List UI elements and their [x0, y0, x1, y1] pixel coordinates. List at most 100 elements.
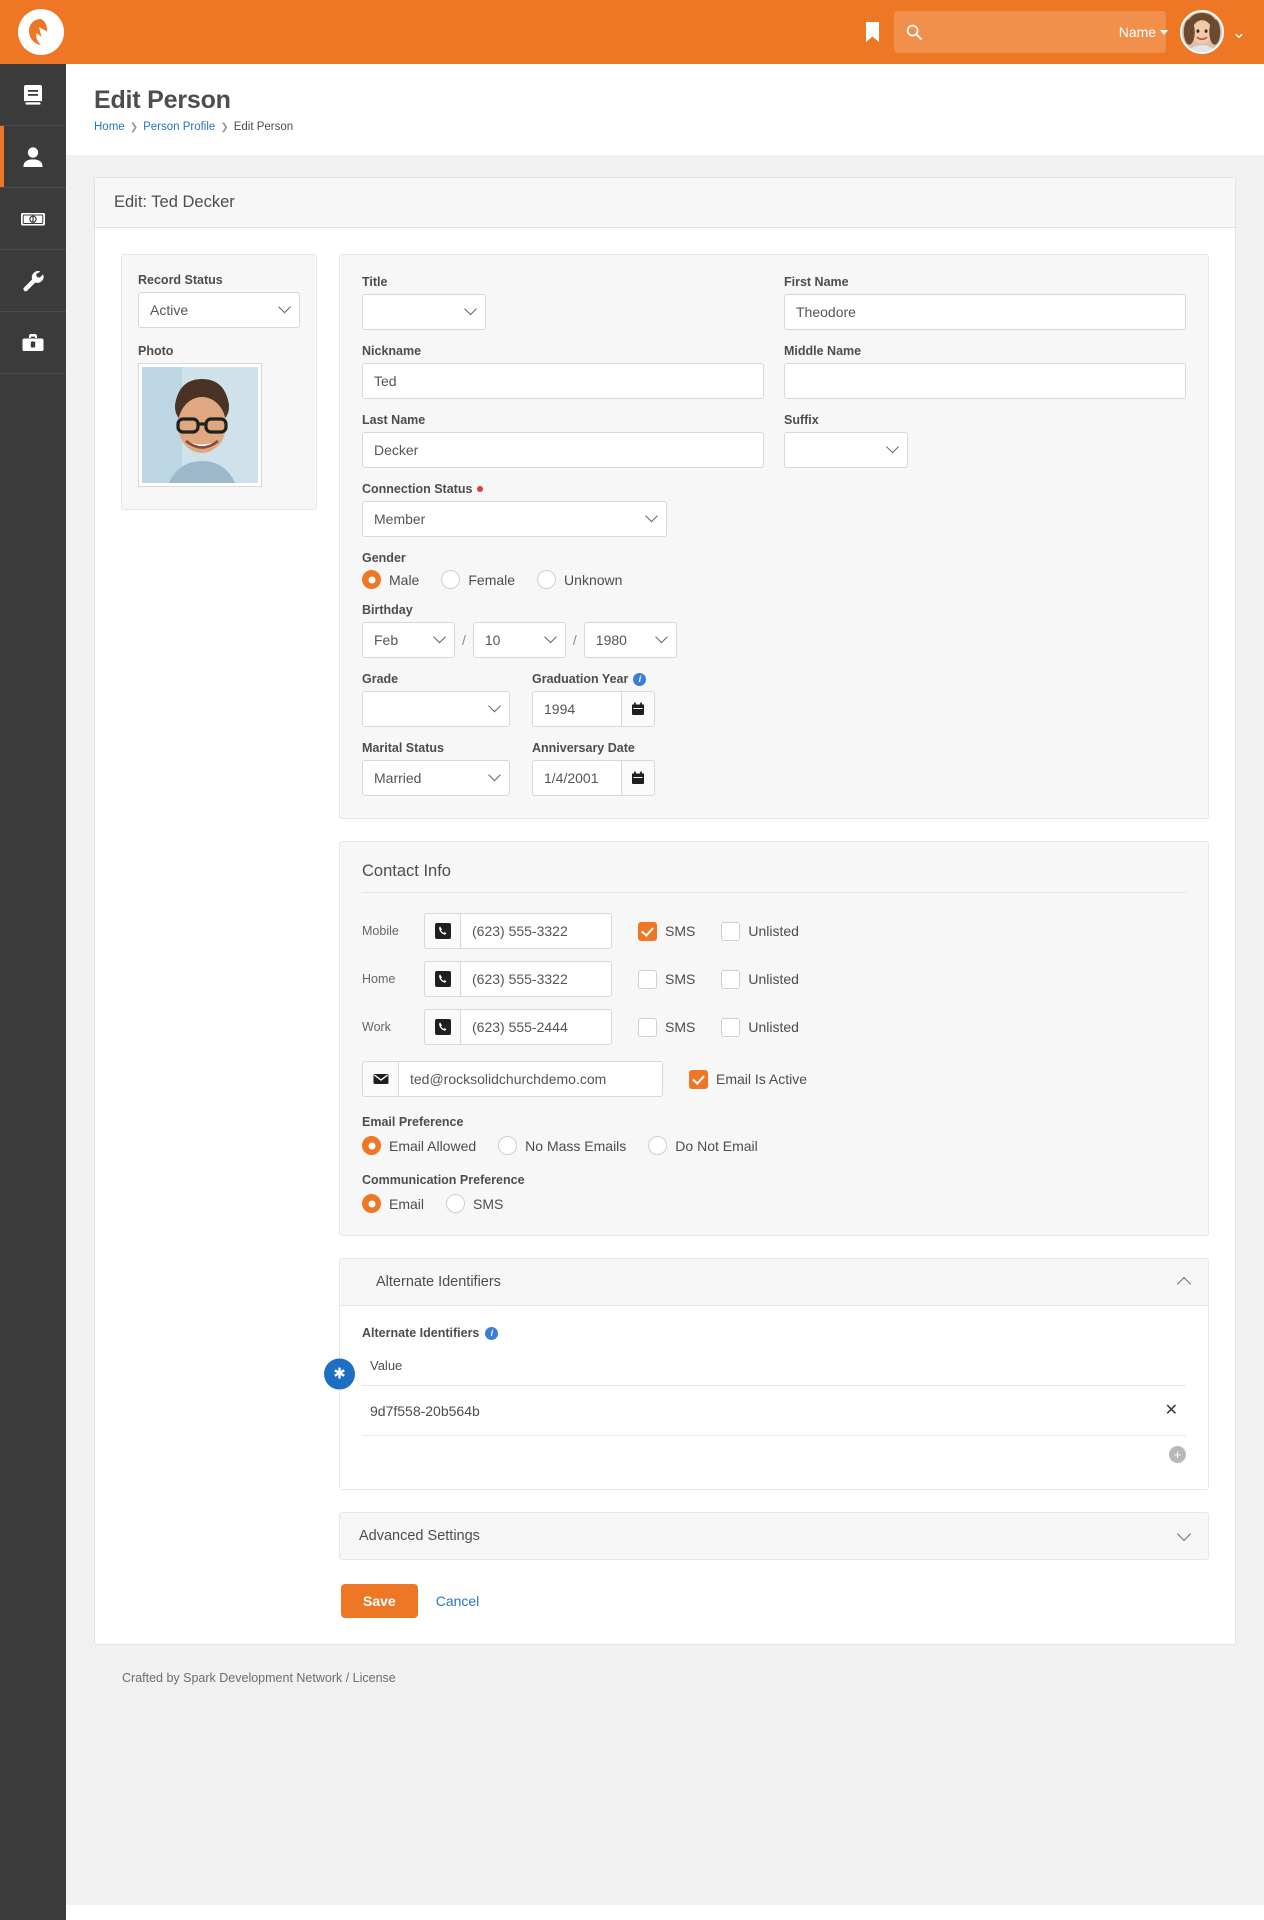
- cancel-button[interactable]: Cancel: [436, 1593, 480, 1609]
- home-phone-input[interactable]: [460, 961, 612, 997]
- connection-status-select[interactable]: Member: [362, 501, 667, 537]
- anniversary-date-label: Anniversary Date: [532, 741, 635, 755]
- search-input[interactable]: [921, 24, 1119, 40]
- search-scope-label: Name: [1118, 24, 1157, 40]
- phone-row-work: Work (623) 555-2444 SMS Unlisted: [362, 1009, 1186, 1045]
- asterisk-icon: ✱: [324, 1358, 355, 1390]
- radio-mark-icon: [498, 1136, 518, 1155]
- form-actions: Save Cancel: [339, 1584, 1209, 1618]
- home-sms-checkbox[interactable]: SMS: [638, 969, 695, 989]
- email-active-checkbox[interactable]: Email Is Active: [689, 1069, 808, 1089]
- sidebar-item-people[interactable]: [0, 126, 66, 188]
- record-status-value: Active: [150, 302, 189, 318]
- gender-option-female[interactable]: Female: [441, 570, 515, 589]
- last-name-field: Last Name: [362, 413, 764, 468]
- email-pref-no-mass[interactable]: No Mass Emails: [498, 1136, 626, 1155]
- comm-pref-sms[interactable]: SMS: [446, 1194, 503, 1213]
- alternate-identifiers-header[interactable]: Alternate Identifiers: [340, 1259, 1208, 1305]
- chevron-up-icon[interactable]: [1176, 1276, 1192, 1292]
- contact-info-title: Contact Info: [362, 862, 1186, 893]
- marital-status-select[interactable]: Married: [362, 760, 510, 796]
- search-scope-dropdown[interactable]: Name: [1118, 24, 1169, 40]
- birthday-month-value: Feb: [374, 632, 399, 648]
- breadcrumb-person-profile[interactable]: Person Profile: [143, 121, 215, 133]
- mobile-unlisted-label: Unlisted: [748, 923, 799, 939]
- chevron-down-icon[interactable]: [1176, 1526, 1192, 1542]
- add-identifier-button[interactable]: +: [1169, 1446, 1186, 1463]
- birthday-day-select[interactable]: 10: [472, 622, 566, 658]
- birthday-field: Birthday Feb / 10 / 1980: [362, 603, 1186, 658]
- nickname-input[interactable]: [362, 363, 764, 399]
- calendar-icon[interactable]: [621, 691, 655, 727]
- breadcrumb-home[interactable]: Home: [94, 121, 125, 133]
- bookmark-icon[interactable]: [860, 15, 886, 49]
- birthday-year-value: 1980: [595, 632, 627, 648]
- middle-name-input[interactable]: [784, 363, 1186, 399]
- work-phone-input[interactable]: [460, 1009, 612, 1045]
- birthday-year-select[interactable]: 1980: [583, 622, 677, 658]
- work-phone-group: [424, 1009, 612, 1045]
- sidebar-item-tools[interactable]: [0, 250, 66, 312]
- chevron-down-icon: [464, 302, 477, 316]
- form-columns: Record Status Active Photo Title First N…: [121, 254, 1209, 1618]
- alternate-identifiers-field-label: Alternate Identifiers i: [362, 1326, 1186, 1340]
- chevron-down-icon[interactable]: ⌄: [1232, 24, 1246, 41]
- sidebar-item-cms[interactable]: [0, 64, 66, 126]
- email-preference-label: Email Preference: [362, 1115, 464, 1129]
- graduation-year-group: [532, 691, 655, 727]
- email-row: Email Is Active: [362, 1061, 1186, 1097]
- last-name-input[interactable]: [362, 432, 764, 468]
- work-sms-label: SMS: [665, 1019, 696, 1035]
- birthday-month-select[interactable]: Feb: [362, 622, 455, 658]
- gender-option-unknown[interactable]: Unknown: [537, 570, 622, 589]
- logo-wrap[interactable]: [0, 9, 82, 55]
- mobile-unlisted-checkbox[interactable]: Unlisted: [721, 921, 799, 941]
- avatar-area[interactable]: ⌄: [1179, 10, 1264, 54]
- toolbox-icon: [20, 330, 46, 356]
- mobile-phone-input[interactable]: [460, 913, 612, 949]
- title-field: Title: [362, 275, 764, 330]
- home-unlisted-checkbox[interactable]: Unlisted: [721, 969, 799, 989]
- info-icon[interactable]: i: [633, 672, 647, 686]
- anniversary-date-input[interactable]: [532, 760, 621, 796]
- info-icon[interactable]: i: [485, 1326, 499, 1340]
- search-icon: [906, 24, 922, 40]
- work-unlisted-checkbox[interactable]: Unlisted: [721, 1017, 799, 1037]
- mobile-phone-group: [424, 913, 612, 949]
- email-pref-do-not-email[interactable]: Do Not Email: [648, 1136, 758, 1155]
- work-sms-checkbox[interactable]: SMS: [638, 1017, 696, 1037]
- photo-frame[interactable]: [138, 363, 262, 487]
- grade-field: Grade: [362, 672, 510, 727]
- breadcrumb-current: Edit Person: [233, 121, 294, 133]
- sidebar-item-finance[interactable]: [0, 188, 66, 250]
- comm-pref-email[interactable]: Email: [362, 1194, 424, 1213]
- footer: Crafted by Spark Development Network / L…: [94, 1645, 1236, 1711]
- sidebar-item-admin[interactable]: [0, 312, 66, 374]
- search-box[interactable]: Name: [893, 11, 1169, 53]
- gender-option-male[interactable]: Male: [362, 570, 419, 589]
- email-pref-label: No Mass Emails: [525, 1137, 627, 1154]
- user-avatar[interactable]: [1179, 10, 1224, 54]
- alternate-identifiers-table: Value 9d7f558-20b564b ✕: [362, 1354, 1186, 1436]
- record-status-select[interactable]: Active: [138, 292, 300, 328]
- email-group: [362, 1061, 663, 1097]
- gender-label: Gender: [362, 551, 406, 565]
- checkbox-icon: [721, 1017, 741, 1037]
- radio-mark-icon: [362, 570, 381, 589]
- grade-select[interactable]: [362, 691, 510, 727]
- advanced-settings-header[interactable]: Advanced Settings: [340, 1513, 1208, 1559]
- wrench-icon: [20, 268, 46, 294]
- mobile-sms-checkbox[interactable]: SMS: [638, 921, 695, 941]
- calendar-icon[interactable]: [621, 760, 655, 796]
- rock-logo[interactable]: [18, 9, 64, 55]
- graduation-year-input[interactable]: [532, 691, 621, 727]
- first-name-input[interactable]: [784, 294, 1186, 330]
- email-pref-allowed[interactable]: Email Allowed: [362, 1136, 476, 1155]
- save-button[interactable]: Save: [341, 1584, 418, 1618]
- suffix-select[interactable]: [784, 432, 908, 468]
- email-active-label: Email Is Active: [716, 1071, 808, 1087]
- title-select[interactable]: [362, 294, 486, 330]
- email-input[interactable]: [398, 1061, 663, 1097]
- birthday-separator: /: [572, 632, 577, 648]
- remove-identifier-button[interactable]: ✕: [1165, 1402, 1178, 1419]
